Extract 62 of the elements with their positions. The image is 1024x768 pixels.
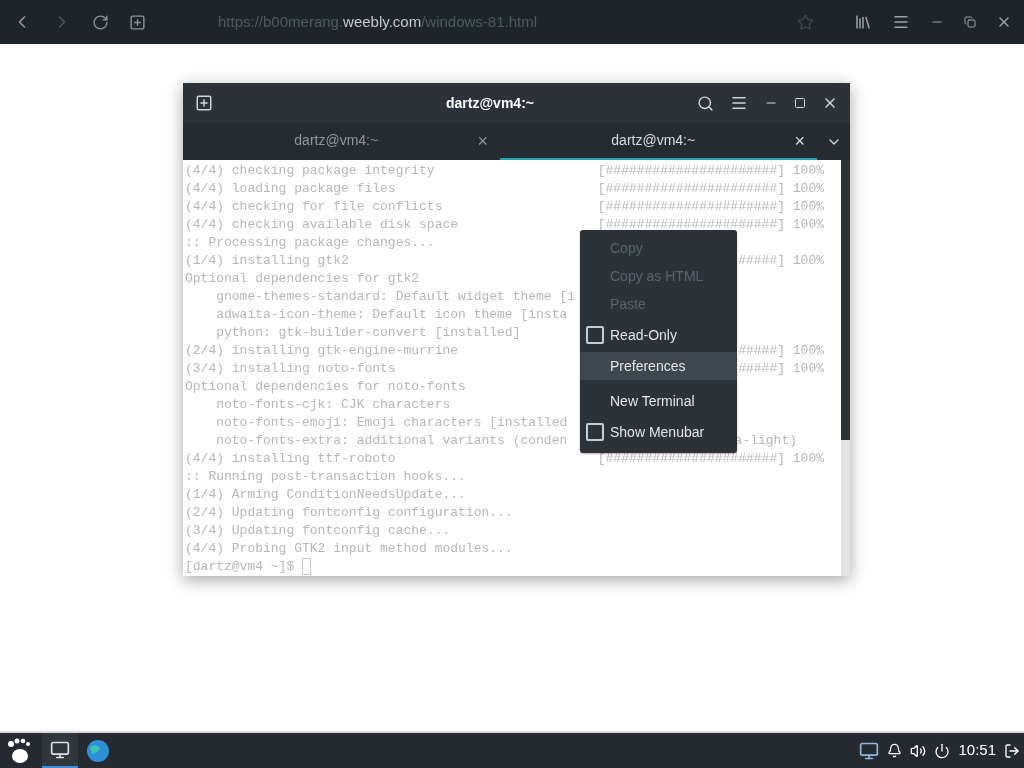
tab-label: dartz@vm4:~ [610,131,697,150]
progress-text: [######################] 100% [597,198,824,216]
star-icon[interactable] [797,13,814,31]
new-tab-icon[interactable] [129,13,146,31]
volume-icon[interactable] [910,742,927,759]
terminal-line: noto-fonts-extra: additional variants (conden [215,432,568,450]
menu-item[interactable]: Read-Only [580,321,737,349]
terminal-line: (1/4) installing gtk2 [185,252,349,270]
terminal-line: (4/4) checking package integrity [185,162,435,180]
power-icon[interactable] [934,742,951,759]
terminal-line: :: Running post-transaction hooks... [185,468,466,486]
tab-label: dartz@vm4:~ [293,131,380,150]
progress-text: [######################] 100% [597,180,824,198]
monitor-icon [50,739,70,760]
progress-text: #####] 100% [738,360,824,378]
checkbox[interactable] [586,423,604,441]
progress-text: [######################] 100% [597,162,824,180]
bell-icon[interactable] [887,743,903,758]
maximize-icon[interactable] [794,97,806,109]
menu-icon[interactable] [730,94,748,112]
progress-text: [######################] 100% [597,216,824,234]
terminal-line: (4/4) Probing GTK2 input method modules... [185,540,513,558]
terminal-line: (4/4) checking for file conflicts [185,198,443,216]
library-icon[interactable] [854,13,872,31]
terminal-line: (3/4) Updating fontconfig cache... [185,522,451,540]
progress-text: #####] 100% [738,342,824,360]
progress-text: #####] 100% [738,252,824,270]
search-icon[interactable] [697,94,714,112]
terminal-line: (4/4) loading package files [185,180,396,198]
cursor [302,558,312,575]
terminal-line: (4/4) installing ttf-roboto [185,450,396,468]
terminal-tab[interactable]: dartz@vm4:~ × [183,123,500,160]
terminal-line: noto-fonts-cjk: CJK characters [215,396,451,414]
window-title: dartz@vm4:~ [446,93,534,113]
clock[interactable]: 10:51 [958,739,996,762]
tab-close-button[interactable]: × [794,131,805,150]
reload-icon[interactable] [92,13,109,31]
menu-item[interactable]: Show Menubar [580,418,737,446]
terminal-line: (1/4) Arming ConditionNeedsUpdate... [185,486,466,504]
terminal-line: (3/4) installing noto-fonts [185,360,396,378]
progress-text: [######################] 100% [597,450,824,468]
checkbox[interactable] [586,326,604,344]
menu-item[interactable]: New Terminal [580,387,737,415]
terminal-line: (2/4) installing gtk-engine-murrine [185,342,459,360]
terminal-line: :: Processing package changes... [185,234,435,252]
terminal-line: (2/4) Updating fontconfig configuration... [185,504,513,522]
tab-close-button[interactable]: × [477,131,488,150]
globe-icon[interactable] [86,738,110,763]
terminal-line: [dartz@vm4 ~]$ [185,558,296,576]
logout-icon[interactable] [1004,742,1020,759]
network-icon[interactable] [859,740,880,761]
terminal-line: Optional dependencies for noto-fonts [185,378,466,396]
terminal-line: python: gtk-builder-convert [installed] [215,324,521,342]
restore-icon[interactable] [964,16,976,28]
terminal-line: noto-fonts-emoji: Emoji characters [installed [215,414,568,432]
terminal-line: gnome-themes-standard: Default widget theme [i [215,288,576,306]
terminal-taskbar-button[interactable] [42,733,78,768]
terminal-line: (4/4) checking available disk space [185,216,459,234]
menu-icon[interactable] [892,13,910,31]
terminal-line: Optional dependencies for gtk2 [185,270,420,288]
terminal-line: adwaita-icon-theme: Default icon theme [insta [215,306,568,324]
menu-item[interactable]: Preferences [580,352,737,380]
